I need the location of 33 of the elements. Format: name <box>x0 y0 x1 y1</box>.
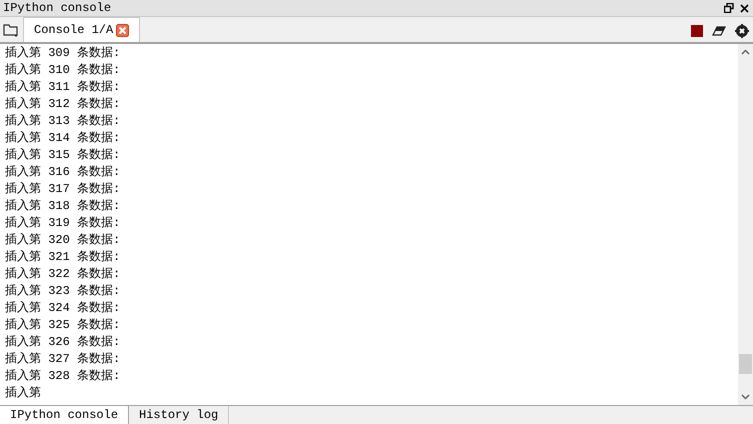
console-output-line: 插入第 326 条数据: <box>5 334 120 351</box>
scroll-down-icon[interactable] <box>741 394 750 400</box>
console-output-line: 插入第 313 条数据: <box>5 113 120 130</box>
console-output-line: 插入第 317 条数据: <box>5 181 120 198</box>
console-output-line: 插入第 318 条数据: <box>5 198 120 215</box>
console-output-line: 插入第 312 条数据: <box>5 96 120 113</box>
scroll-up-icon[interactable] <box>741 49 750 55</box>
eraser-icon[interactable] <box>712 26 726 36</box>
console-output-line: 插入第 320 条数据: <box>5 232 120 249</box>
folder-icon[interactable] <box>3 23 19 37</box>
console-output-line: 插入第 309 条数据: <box>5 45 120 62</box>
console-output-line: 插入第 327 条数据: <box>5 351 120 368</box>
close-tab-icon[interactable] <box>116 24 130 36</box>
console-tab[interactable]: Console 1/A <box>23 17 140 42</box>
undock-icon[interactable] <box>724 3 734 13</box>
console-output-line: 插入第 325 条数据: <box>5 317 120 334</box>
close-icon[interactable] <box>740 4 749 12</box>
console-output-line: 插入第 311 条数据: <box>5 79 120 96</box>
console-output-line: 插入第 328 条数据: <box>5 368 120 385</box>
console-output-line: 插入第 323 条数据: <box>5 283 120 300</box>
console-output-line: 插入第 321 条数据: <box>5 249 120 266</box>
pane-title: IPython console <box>3 0 112 16</box>
console-output-line: 插入第 315 条数据: <box>5 147 120 164</box>
console-output-line: 插入第 316 条数据: <box>5 164 120 181</box>
panel-tab[interactable]: IPython console <box>0 406 130 424</box>
console-output-line: 插入第 <box>5 385 41 402</box>
console-output-line: 插入第 310 条数据: <box>5 62 120 79</box>
console-output-line: 插入第 324 条数据: <box>5 300 120 317</box>
scrollbar[interactable] <box>738 44 753 405</box>
console-output-line: 插入第 319 条数据: <box>5 215 120 232</box>
console-output-line: 插入第 322 条数据: <box>5 266 120 283</box>
console-output-line: 插入第 314 条数据: <box>5 130 120 147</box>
scroll-thumb[interactable] <box>739 354 752 374</box>
